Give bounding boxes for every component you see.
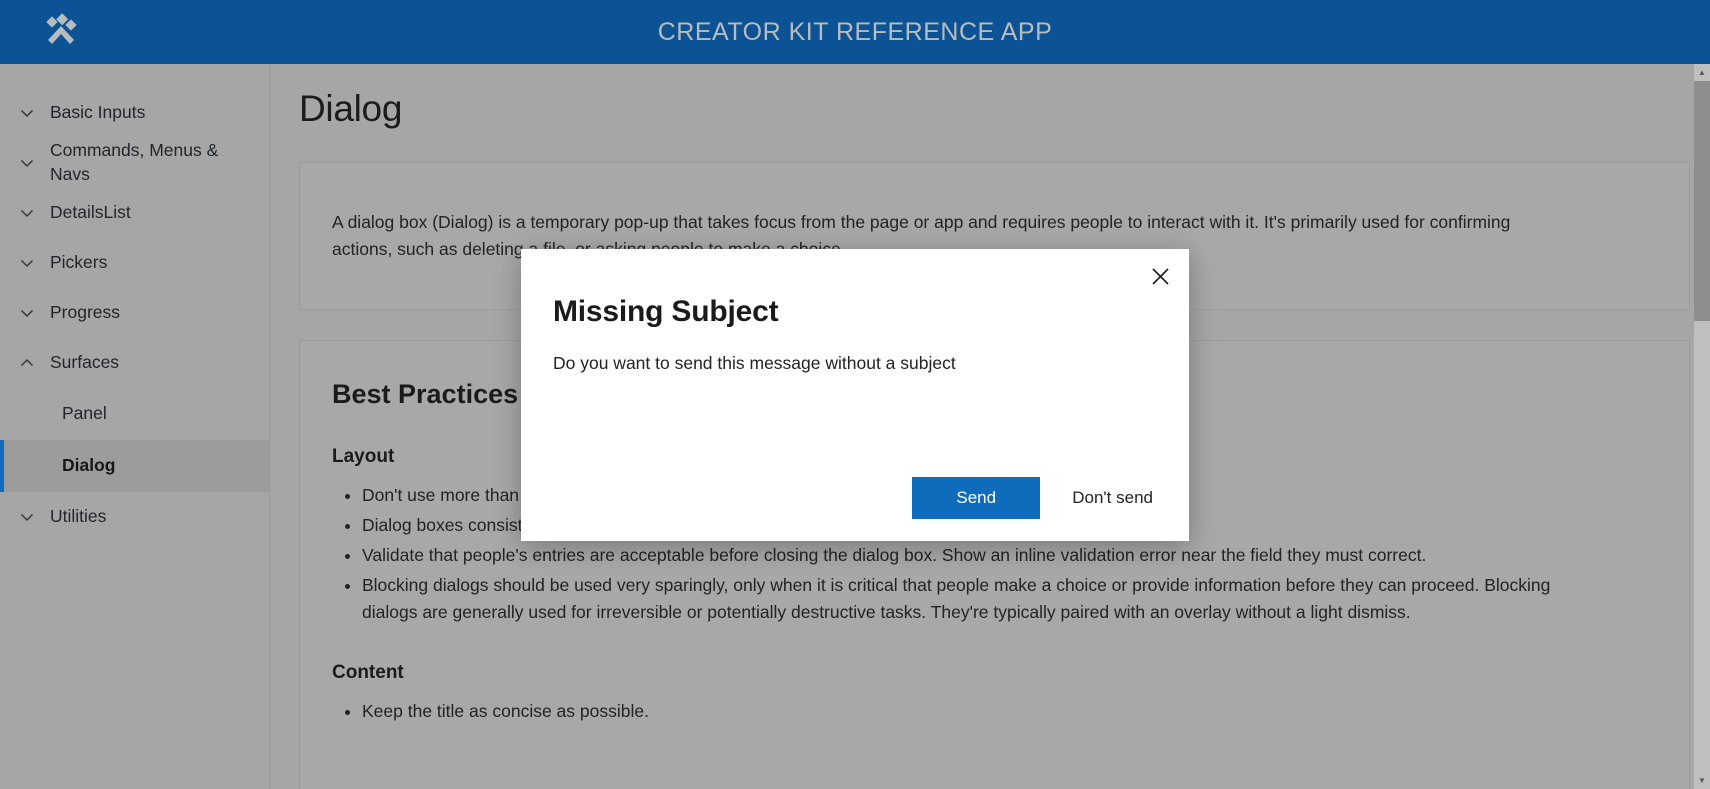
scroll-down-arrow-icon[interactable]: ▼	[1694, 772, 1710, 789]
sidebar-item-label: Basic Inputs	[50, 102, 146, 123]
sidebar-item-label: Commands, Menus & Navs	[50, 140, 219, 184]
scrollbar-thumb[interactable]	[1694, 81, 1710, 321]
list-item: Validate that people's entries are accep…	[362, 542, 1602, 569]
dialog-title: Missing Subject	[553, 295, 779, 328]
vertical-scrollbar[interactable]: ▲ ▼	[1694, 64, 1710, 789]
sidebar-item-label: Surfaces	[50, 352, 120, 373]
send-button[interactable]: Send	[912, 477, 1041, 519]
sidebar-item-dialog[interactable]: Dialog	[0, 440, 269, 492]
sidebar-item-pickers[interactable]: Pickers	[0, 238, 269, 288]
sidebar-item-label: Dialog	[62, 455, 116, 476]
chevron-down-icon[interactable]	[14, 200, 40, 226]
list-item: Keep the title as concise as possible.	[362, 698, 1602, 725]
missing-subject-dialog: Missing Subject Do you want to send this…	[521, 249, 1189, 541]
chevron-down-icon[interactable]	[14, 300, 40, 326]
sidebar-item-basic-inputs[interactable]: Basic Inputs	[0, 88, 269, 138]
sidebar-item-panel[interactable]: Panel	[0, 388, 269, 440]
close-icon[interactable]	[1139, 257, 1181, 295]
sidebar-item-utilities[interactable]: Utilities	[0, 492, 269, 542]
chevron-down-icon[interactable]	[14, 150, 40, 176]
chevron-up-icon[interactable]	[14, 350, 40, 376]
dont-send-button[interactable]: Don't send	[1062, 477, 1163, 519]
content-bullet-list: Keep the title as concise as possible.	[332, 698, 1657, 725]
section-heading-content: Content	[332, 661, 404, 683]
sidebar-item-label: Pickers	[50, 252, 108, 273]
sidebar-item-label: Utilities	[50, 506, 107, 527]
dialog-actions: Send Don't send	[912, 477, 1163, 519]
sidebar-item-commands-menus-navs[interactable]: Commands, Menus & Navs	[0, 138, 269, 188]
sidebar-item-surfaces[interactable]: Surfaces	[0, 338, 269, 388]
app-title: CREATOR KIT REFERENCE APP	[657, 17, 1053, 46]
sidebar-item-detailslist[interactable]: DetailsList	[0, 188, 269, 238]
sidebar-item-label: Panel	[62, 403, 107, 424]
sidebar: Basic Inputs Commands, Menus & Navs Deta…	[0, 64, 270, 789]
scroll-up-arrow-icon[interactable]: ▲	[1694, 64, 1710, 81]
list-item: Blocking dialogs should be used very spa…	[362, 572, 1602, 626]
dialog-body-text: Do you want to send this message without…	[553, 353, 956, 373]
chevron-down-icon[interactable]	[14, 504, 40, 530]
app-header: CREATOR KIT REFERENCE APP	[0, 0, 1710, 64]
sidebar-item-label: Progress	[50, 302, 121, 323]
sidebar-item-progress[interactable]: Progress	[0, 288, 269, 338]
page-title: Dialog	[299, 88, 403, 129]
sidebar-item-label: DetailsList	[50, 202, 131, 223]
chevron-down-icon[interactable]	[14, 100, 40, 126]
chevron-down-icon[interactable]	[14, 250, 40, 276]
paw-print-icon	[40, 12, 82, 54]
